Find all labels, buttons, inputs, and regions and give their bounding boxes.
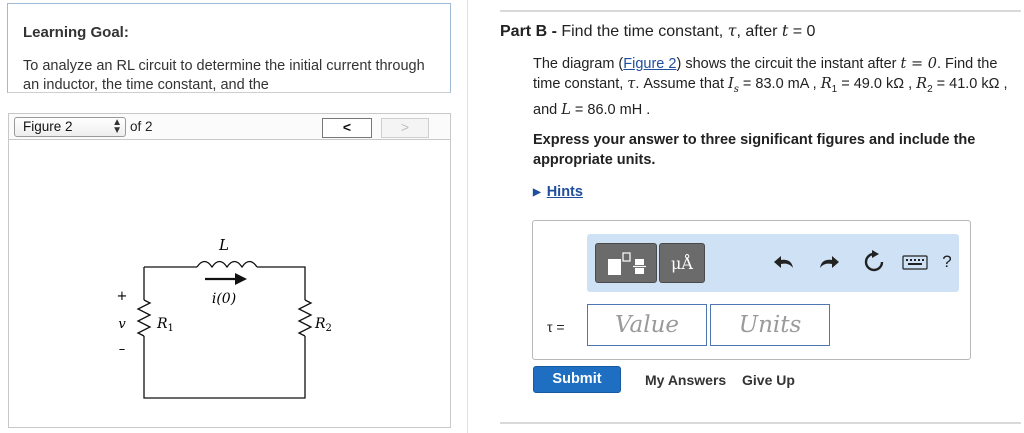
learning-goal-text: To analyze an RL circuit to determine th… (23, 58, 425, 93)
undo-arrow-icon[interactable] (770, 247, 800, 277)
top-divider (500, 10, 1021, 12)
previous-figure-button[interactable]: < (322, 118, 372, 138)
units-button[interactable]: μÅ (659, 243, 705, 283)
hints-toggle[interactable]: ▶ Hints (533, 184, 583, 200)
r1-label: R1 (156, 316, 174, 334)
wire-right-top (257, 266, 306, 300)
rl-circuit-diagram: L i(0) + v – R1 R2 (117, 236, 332, 399)
figure-image-area: L i(0) + v – R1 R2 (8, 140, 451, 428)
next-figure-button[interactable]: > (381, 118, 429, 138)
figure-2-link[interactable]: Figure 2 (623, 56, 676, 72)
value-input[interactable]: Value (587, 304, 707, 346)
learning-goal-box: Learning Goal: To analyze an RL circuit … (7, 3, 451, 93)
source-plus-sign: + (117, 289, 128, 304)
tau-label: τ = (547, 319, 565, 335)
current-label: i(0) (212, 291, 236, 307)
figure-toolbar: Figure 2 ▲ ▼ of 2 < > (8, 113, 451, 140)
disclosure-triangle-icon: ▶ (533, 187, 541, 198)
learning-goal-title: Learning Goal: (23, 24, 129, 41)
reset-icon[interactable] (859, 247, 889, 277)
math-toolbar: μÅ ? (587, 234, 959, 292)
submit-button[interactable]: Submit (533, 366, 621, 393)
figure-count: of 2 (130, 119, 153, 134)
resistor-r2-zigzag (297, 299, 313, 337)
answer-instructions: Express your answer to three significant… (533, 132, 976, 168)
figure-panel: Learning Goal: To analyze an RL circuit … (0, 0, 468, 433)
source-minus-sign: – (119, 342, 126, 357)
help-button[interactable]: ? (932, 247, 962, 277)
inductor-coil (196, 260, 258, 269)
give-up-link[interactable]: Give Up (742, 372, 795, 388)
inductor-label: L (218, 236, 229, 254)
wire-bottom (143, 336, 306, 399)
templates-button[interactable] (595, 243, 657, 283)
resistor-r1-zigzag (136, 299, 152, 337)
part-title: Part B - Find the time constant, τ, afte… (500, 21, 816, 40)
units-input[interactable]: Units (710, 304, 830, 346)
templates-icon (608, 252, 646, 275)
updown-arrows-icon: ▲ ▼ (112, 117, 122, 136)
r2-label: R2 (314, 316, 332, 334)
answer-box: μÅ ? τ = Value Units (532, 220, 971, 360)
problem-statement: The diagram (Figure 2) shows the circuit… (533, 56, 1008, 118)
current-arrow (205, 273, 247, 285)
my-answers-link[interactable]: My Answers (645, 372, 726, 388)
figure-select[interactable]: Figure 2 ▲ ▼ (14, 117, 126, 137)
hints-label: Hints (546, 184, 583, 200)
redo-arrow-icon[interactable] (813, 247, 843, 277)
figure-select-value: Figure 2 (23, 119, 73, 134)
source-voltage-label: v (118, 317, 126, 332)
bottom-divider (500, 422, 1021, 424)
keyboard-icon[interactable] (900, 247, 930, 277)
